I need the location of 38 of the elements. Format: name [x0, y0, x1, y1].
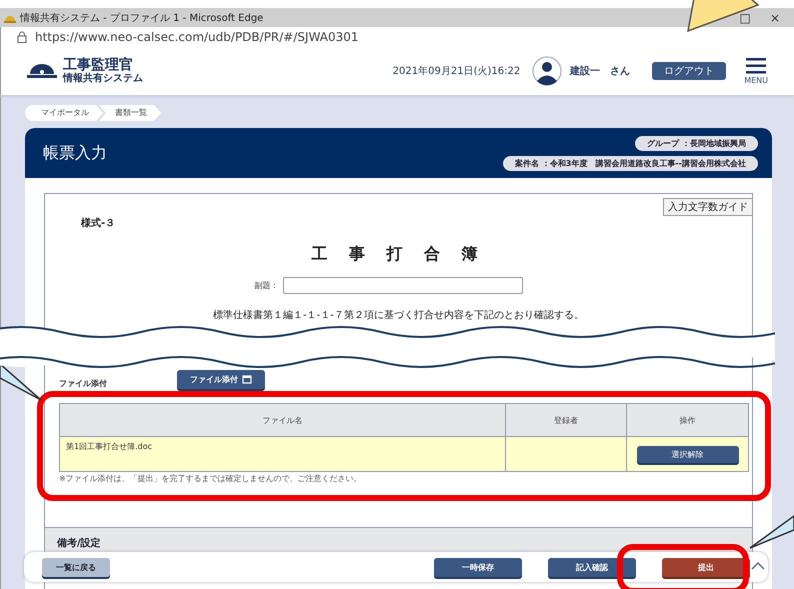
- case-pill: 案件名 ：令和3年度 講習会用道路改良工事--講習会用株式会社: [503, 156, 758, 170]
- attach-note: ※ファイル添付は、「提出」を完了するまでは確定しませんので、ご注意ください。: [59, 473, 363, 484]
- form-number: 様式-３: [81, 216, 116, 230]
- avatar-icon: [532, 56, 562, 86]
- column-header: 操作: [626, 404, 748, 436]
- guide-button[interactable]: 入力文字数ガイド: [663, 198, 753, 216]
- breadcrumb-item[interactable]: マイポータル: [25, 105, 103, 121]
- action-button[interactable]: 一時保存: [434, 558, 522, 576]
- logo-subtitle: 情報共有システム: [63, 73, 143, 84]
- page-title: 帳票入力: [43, 142, 108, 164]
- attach-label: ファイル添付: [59, 378, 108, 389]
- statement-text: 標準仕様書第１編１-１-１-７第２項に基づく打合せ内容を下記のとおり確認する。: [212, 308, 585, 322]
- group-pill: グループ ：長岡地域振興局: [635, 136, 758, 150]
- window-control[interactable]: ×: [762, 10, 788, 24]
- document-title: 工 事 打 合 簿: [310, 244, 487, 265]
- action-button[interactable]: 提出: [662, 558, 750, 576]
- attach-button[interactable]: ファイル添付: [177, 370, 265, 389]
- subtitle-label: 副題：: [254, 280, 278, 291]
- callout-pointer: [748, 514, 794, 550]
- user-name: 建設一 さん: [570, 64, 630, 78]
- file-name-cell: 第1回工事打合せ簿.doc: [60, 436, 506, 472]
- menu-button[interactable]: MENU: [744, 58, 768, 84]
- breadcrumb-item[interactable]: 書類一覧: [99, 105, 161, 121]
- back-button[interactable]: 一覧に戻る: [42, 558, 110, 576]
- logo-title: 工事監理官: [63, 58, 134, 73]
- column-header: ファイル名: [60, 404, 506, 436]
- helmet-icon: [27, 63, 57, 79]
- logout-button[interactable]: ログアウト: [652, 62, 726, 80]
- action-button[interactable]: 記入確認: [548, 558, 636, 576]
- datetime-text: 2021年09月21日(火)16:22: [392, 64, 520, 78]
- window-icon: [242, 375, 252, 384]
- url-text[interactable]: https://www.neo-calsec.com/udb/PDB/PR/#/SJWA0301: [35, 30, 359, 44]
- deselect-button[interactable]: 選択解除: [636, 446, 739, 462]
- lock-icon: [17, 31, 27, 43]
- window-title: 情報共有システム - プロファイル 1 - Microsoft Edge: [20, 12, 264, 24]
- subtitle-field[interactable]: [282, 277, 522, 294]
- column-header: 登録者: [505, 404, 627, 436]
- window-control[interactable]: □: [732, 10, 758, 24]
